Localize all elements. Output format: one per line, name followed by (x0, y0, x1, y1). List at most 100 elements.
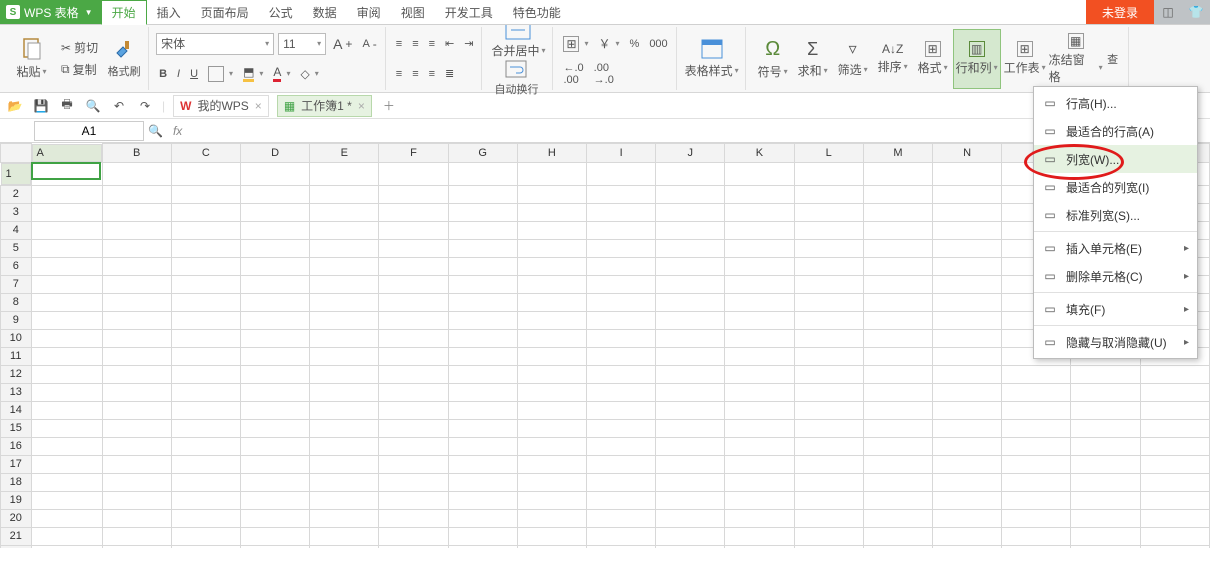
col-header[interactable]: A (32, 144, 102, 162)
col-header[interactable]: G (448, 144, 517, 163)
cell[interactable] (102, 203, 171, 221)
cell[interactable] (587, 311, 656, 329)
cell[interactable] (1002, 365, 1071, 383)
cell[interactable] (31, 473, 102, 491)
cell[interactable] (587, 383, 656, 401)
cell[interactable] (1002, 401, 1071, 419)
cell[interactable] (725, 509, 794, 527)
merge-center-button[interactable]: 合并居中▾ (489, 20, 547, 59)
align-justify-button[interactable]: ≣ (442, 64, 457, 84)
cell[interactable] (240, 311, 309, 329)
cell[interactable] (725, 162, 794, 185)
percent-button[interactable]: % (627, 34, 643, 54)
cell[interactable] (240, 473, 309, 491)
cell[interactable] (1071, 527, 1140, 545)
cell[interactable] (31, 527, 102, 545)
cell[interactable] (31, 203, 102, 221)
row-header[interactable]: 9 (1, 311, 32, 329)
cell[interactable] (656, 329, 725, 347)
row-header[interactable]: 10 (1, 329, 32, 347)
cell[interactable] (863, 257, 932, 275)
cell[interactable] (587, 162, 656, 185)
decrease-decimal-button[interactable]: .00→.0 (591, 64, 617, 84)
row-header[interactable]: 20 (1, 509, 32, 527)
cell[interactable] (448, 239, 517, 257)
cell[interactable] (240, 162, 309, 185)
row-header[interactable]: 21 (1, 527, 32, 545)
cell[interactable] (863, 311, 932, 329)
cell[interactable] (587, 527, 656, 545)
cell[interactable] (725, 203, 794, 221)
cell[interactable] (102, 185, 171, 203)
cell[interactable] (102, 257, 171, 275)
cell[interactable] (31, 347, 102, 365)
cell[interactable] (310, 491, 379, 509)
cell[interactable] (517, 455, 586, 473)
copy-button[interactable]: ⧉复制 (58, 60, 101, 80)
cell[interactable] (31, 437, 102, 455)
cell[interactable] (1002, 419, 1071, 437)
cell[interactable] (725, 221, 794, 239)
cell[interactable] (31, 293, 102, 311)
cell[interactable] (794, 455, 863, 473)
menu-item-fill[interactable]: ▭填充(F)▸ (1034, 295, 1197, 323)
cell[interactable] (933, 185, 1002, 203)
cell[interactable] (310, 203, 379, 221)
cell[interactable] (517, 185, 586, 203)
col-header[interactable]: H (517, 144, 586, 163)
cell[interactable] (863, 419, 932, 437)
cell[interactable] (517, 401, 586, 419)
cell[interactable] (310, 311, 379, 329)
cell[interactable] (310, 257, 379, 275)
cell[interactable] (171, 509, 240, 527)
cell[interactable] (587, 185, 656, 203)
cell[interactable] (379, 203, 448, 221)
cell[interactable] (587, 473, 656, 491)
cell[interactable] (31, 365, 102, 383)
cell[interactable] (379, 275, 448, 293)
cell[interactable] (1140, 437, 1209, 455)
cell[interactable] (933, 419, 1002, 437)
cell[interactable] (794, 437, 863, 455)
cell[interactable] (240, 239, 309, 257)
cell[interactable] (448, 545, 517, 548)
cell[interactable] (517, 311, 586, 329)
cell[interactable] (933, 347, 1002, 365)
cell[interactable] (794, 383, 863, 401)
cell[interactable] (863, 401, 932, 419)
border-button[interactable]: ▾ (205, 64, 236, 84)
row-header[interactable]: 16 (1, 437, 32, 455)
skin-icon[interactable]: ◫ (1154, 0, 1182, 24)
worksheet-button[interactable]: ⊞工作表▾ (1001, 29, 1049, 89)
cell[interactable] (240, 545, 309, 548)
increase-font-button[interactable]: A+ (330, 34, 355, 54)
cell[interactable] (448, 329, 517, 347)
cell[interactable] (587, 545, 656, 548)
cell[interactable] (102, 545, 171, 548)
undo-icon[interactable]: ↶ (110, 97, 128, 115)
cell[interactable] (517, 347, 586, 365)
cell[interactable] (448, 473, 517, 491)
menu-tab-5[interactable]: 审阅 (347, 0, 391, 24)
align-middle-button[interactable]: ≡ (409, 34, 421, 54)
row-header[interactable]: 17 (1, 455, 32, 473)
cell[interactable] (31, 401, 102, 419)
cell-style-button[interactable]: ◇▾ (297, 64, 321, 84)
cell[interactable] (448, 401, 517, 419)
align-top-button[interactable]: ≡ (393, 34, 405, 54)
cell[interactable] (933, 473, 1002, 491)
cell[interactable] (725, 311, 794, 329)
cell[interactable] (171, 203, 240, 221)
cell[interactable] (863, 162, 932, 185)
cell[interactable] (933, 239, 1002, 257)
row-header[interactable]: 4 (1, 221, 32, 239)
cell[interactable] (1071, 365, 1140, 383)
cell[interactable] (448, 509, 517, 527)
cell[interactable] (31, 239, 102, 257)
cell[interactable] (379, 185, 448, 203)
cell[interactable] (448, 437, 517, 455)
cell[interactable] (517, 509, 586, 527)
align-left-button[interactable]: ≡ (393, 64, 405, 84)
cell[interactable] (725, 365, 794, 383)
fill-color-button[interactable]: ⬒▾ (240, 64, 266, 84)
